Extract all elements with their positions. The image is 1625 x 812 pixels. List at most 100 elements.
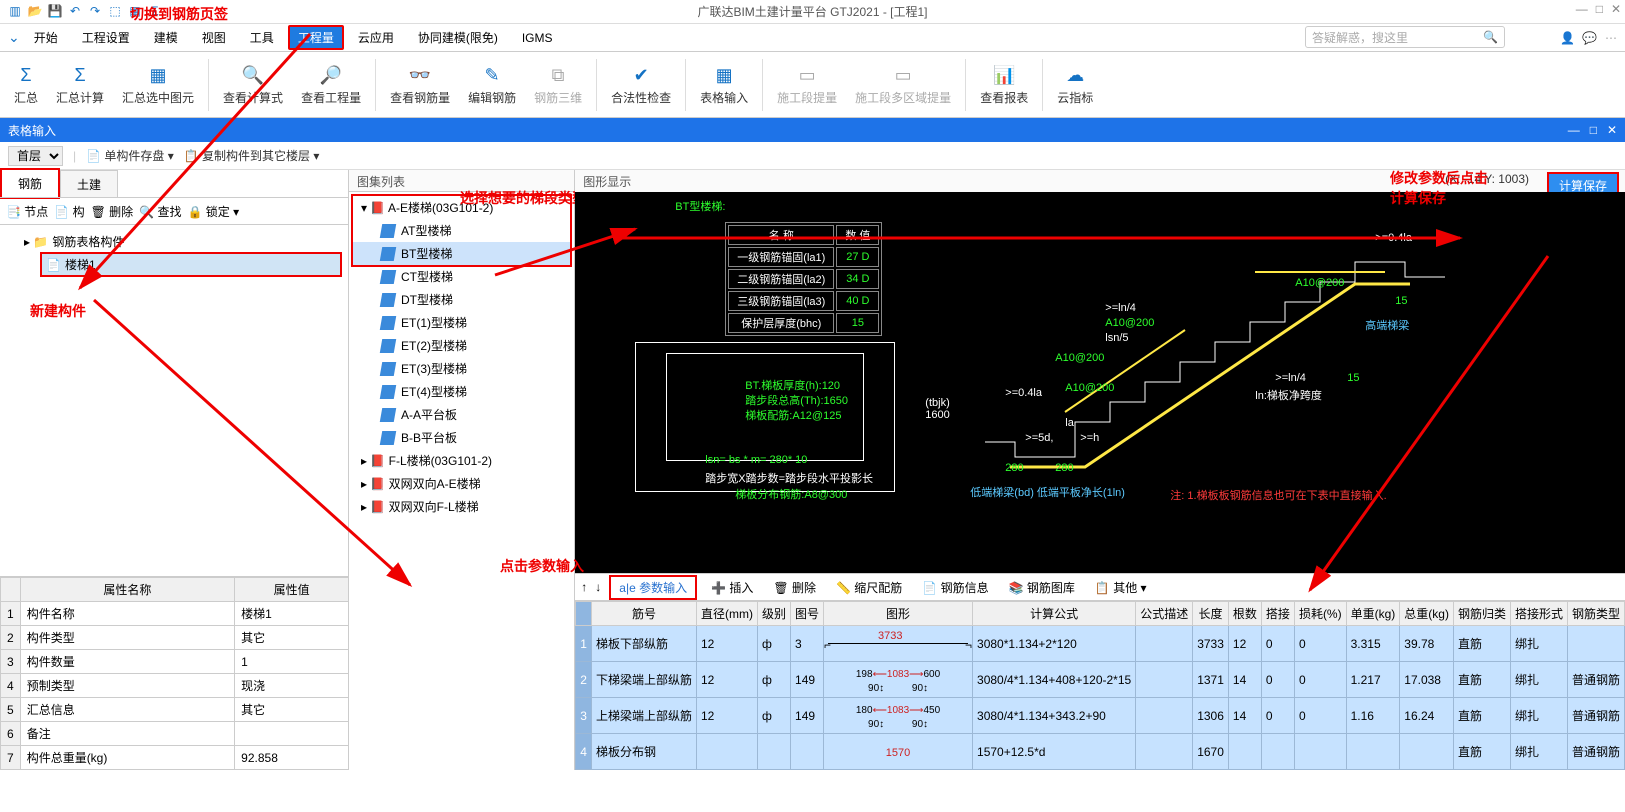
atlas-list[interactable]: ▾ 📕 A-E楼梯(03G101-2) AT型楼梯 BT型楼梯 CT型楼梯 DT…	[349, 192, 574, 770]
rebar-row-4[interactable]: 4 梯板分布钢 1570 1570+12.5*d1670直筋绑扎普通钢筋	[576, 734, 1625, 770]
close-icon[interactable]: ✕	[1611, 2, 1621, 16]
prop-value[interactable]: 楼梯1	[235, 602, 349, 626]
ribbon-view-formula[interactable]: 🔍查看计算式	[215, 61, 291, 108]
floor-select[interactable]: 首层	[8, 146, 63, 166]
ribbon-view-quantity[interactable]: 🔎查看工程量	[293, 61, 369, 108]
menu-igms[interactable]: IGMS	[512, 27, 563, 49]
anno-switch-tab: 切换到钢筋页签	[130, 4, 228, 24]
rebar-row-1[interactable]: 1 梯板下部纵筋12ф3 3733⌐¬ 3080*1.134+2*1203733…	[576, 626, 1625, 662]
save-component-button[interactable]: 📄 单构件存盘 ▾	[86, 147, 174, 164]
dia-d04-1: >=0.4la	[1005, 387, 1042, 399]
other-button[interactable]: 📋 其他 ▾	[1089, 577, 1153, 598]
menu-start[interactable]: 开始	[24, 25, 68, 50]
insert-button[interactable]: ➕ 插入	[705, 577, 759, 598]
delete-button[interactable]: 🗑 删除	[91, 203, 134, 220]
more-icon[interactable]: ⋯	[1605, 31, 1617, 45]
find-button[interactable]: 🔍 查找	[139, 203, 181, 220]
stair-icon	[380, 247, 396, 261]
atlas-et4[interactable]: ET(4)型楼梯	[353, 380, 570, 403]
copy-floor-button[interactable]: 📋 复制构件到其它楼层 ▾	[184, 147, 320, 164]
rebar-table[interactable]: 筋号 直径(mm) 级别 图号 图形 计算公式 公式描述 长度 根数 搭接 损耗…	[575, 601, 1625, 770]
new-icon[interactable]: ▥	[6, 2, 24, 20]
ribbon-section-multi: ▭施工段多区域提量	[847, 61, 959, 108]
rebar-row-3[interactable]: 3 上梯梁端上部纵筋12ф149 180⟵1083⟶45090↕ 90↕ 308…	[576, 698, 1625, 734]
atlas-bt[interactable]: BT型楼梯	[353, 242, 570, 265]
col-dia: 直径(mm)	[697, 602, 758, 626]
stair-icon	[380, 316, 396, 330]
ribbon-view-rebar[interactable]: 👓查看钢筋量	[382, 61, 458, 108]
save-icon[interactable]: 💾	[46, 2, 64, 20]
lock-button[interactable]: 🔒 锁定 ▾	[187, 203, 239, 220]
atlas-aa[interactable]: A-A平台板	[353, 403, 570, 426]
scale-button[interactable]: 📏 缩尺配筋	[830, 577, 908, 598]
rebar-row-2[interactable]: 2 下梯梁端上部纵筋12ф149 198⟵1083⟶60090↕ 90↕ 308…	[576, 662, 1625, 698]
node-button[interactable]: 📑 节点	[6, 203, 48, 220]
atlas-et2[interactable]: ET(2)型楼梯	[353, 334, 570, 357]
ribbon-report[interactable]: 📊查看报表	[972, 61, 1036, 108]
anno-choose-type: 选择想要的梯段类型	[460, 188, 586, 208]
atlas-bb[interactable]: B-B平台板	[353, 426, 570, 449]
panel-minimize-icon[interactable]: —	[1568, 123, 1580, 137]
atlas-dt[interactable]: DT型楼梯	[353, 288, 570, 311]
menu-collab[interactable]: 协同建模(限免)	[408, 25, 508, 50]
rebar-lib-button[interactable]: 📚 钢筋图库	[1003, 577, 1081, 598]
search-icon[interactable]: 🔍	[1483, 30, 1498, 44]
atlas-group-dfl[interactable]: ▸ 📕 双网双向F-L楼梯	[353, 495, 570, 518]
chat-icon[interactable]: 💬	[1582, 31, 1597, 45]
menu-view[interactable]: 视图	[192, 25, 236, 50]
atlas-group-dae[interactable]: ▸ 📕 双网双向A-E楼梯	[353, 472, 570, 495]
dia-lsn5: lsn/5	[1105, 332, 1128, 344]
ribbon-summary[interactable]: Σ汇总	[6, 61, 46, 108]
user-icon[interactable]: 👤	[1560, 31, 1575, 45]
menu-tools[interactable]: 工具	[240, 25, 284, 50]
region-icon[interactable]: ⬚	[106, 2, 124, 20]
tab-civil[interactable]: 土建	[60, 170, 118, 198]
atlas-et3[interactable]: ET(3)型楼梯	[353, 357, 570, 380]
canvas[interactable]: BT型楼梯: 名 称数 值 一级钢筋锚固(la1)27 D 二级钢筋锚固(la2…	[575, 192, 1625, 573]
rebar-info-button[interactable]: 📄 钢筋信息	[916, 577, 994, 598]
param-table: 名 称数 值 一级钢筋锚固(la1)27 D 二级钢筋锚固(la2)34 D 三…	[725, 222, 882, 336]
delete-button[interactable]: 🗑 删除	[767, 577, 822, 598]
col-loss: 损耗(%)	[1294, 602, 1346, 626]
app-menu-icon[interactable]: ⌄	[8, 29, 20, 46]
col-tw: 总重(kg)	[1400, 602, 1454, 626]
ribbon-cloud-index[interactable]: ☁云指标	[1049, 61, 1101, 108]
prop-name: 构件名称	[20, 602, 234, 626]
open-icon[interactable]: 📂	[26, 2, 44, 20]
comp-button[interactable]: 📄 构	[54, 203, 84, 220]
panel-header-title: 表格输入	[8, 122, 56, 139]
maximize-icon[interactable]: □	[1596, 2, 1603, 16]
minimize-icon[interactable]: —	[1576, 2, 1588, 16]
ribbon-summary-calc[interactable]: Σ汇总计算	[48, 61, 112, 108]
tab-rebar[interactable]: 钢筋	[0, 168, 60, 199]
left-toolbar: 📑 节点 📄 构 🗑 删除 🔍 查找 🔒 锁定 ▾	[0, 197, 348, 225]
main-body: 钢筋 土建 切换到钢筋页签 📑 节点 📄 构 🗑 删除 🔍 查找 🔒 锁定 ▾ …	[0, 170, 1625, 770]
ribbon-edit-rebar[interactable]: ✎编辑钢筋	[460, 61, 524, 108]
menu-cloud[interactable]: 云应用	[348, 25, 404, 50]
ribbon-table-input[interactable]: ▦表格输入	[692, 61, 756, 108]
menu-modeling[interactable]: 建模	[144, 25, 188, 50]
atlas-group-fl[interactable]: ▸ 📕 F-L楼梯(03G101-2)	[353, 449, 570, 472]
anno-new-comp: 新建构件	[30, 301, 86, 321]
down-icon[interactable]: ↓	[595, 580, 601, 594]
ribbon-summary-selected[interactable]: ▦汇总选中图元	[114, 61, 202, 108]
atlas-ct[interactable]: CT型楼梯	[353, 265, 570, 288]
atlas-at[interactable]: AT型楼梯	[353, 219, 570, 242]
up-icon[interactable]: ↑	[581, 580, 587, 594]
panel-maximize-icon[interactable]: □	[1590, 123, 1597, 137]
dia-h1: >=h	[1080, 432, 1099, 444]
ribbon-validity[interactable]: ✔合法性检查	[603, 61, 679, 108]
menu-quantity[interactable]: 工程量	[288, 25, 344, 50]
panel-close-icon[interactable]: ✕	[1607, 123, 1617, 137]
help-search-input[interactable]: 答疑解惑，搜这里 🔍	[1305, 26, 1505, 48]
atlas-et1[interactable]: ET(1)型楼梯	[353, 311, 570, 334]
undo-icon[interactable]: ↶	[66, 2, 84, 20]
redo-icon[interactable]: ↷	[86, 2, 104, 20]
title-bar: ▥ 📂 💾 ↶ ↷ ⬚ ▦ Σ 广联达BIM土建计量平台 GTJ2021 - […	[0, 0, 1625, 24]
tree-item-stair1[interactable]: 📄 楼梯1	[40, 252, 342, 277]
component-tree[interactable]: ▸ 📁 钢筋表格构件 📄 楼梯1 新建构件	[0, 225, 348, 576]
param-input-button[interactable]: a|e 参数输入	[609, 575, 697, 600]
menu-project-settings[interactable]: 工程设置	[72, 25, 140, 50]
tree-root[interactable]: ▸ 📁 钢筋表格构件	[20, 231, 342, 252]
col-prop-value: 属性值	[235, 578, 349, 602]
